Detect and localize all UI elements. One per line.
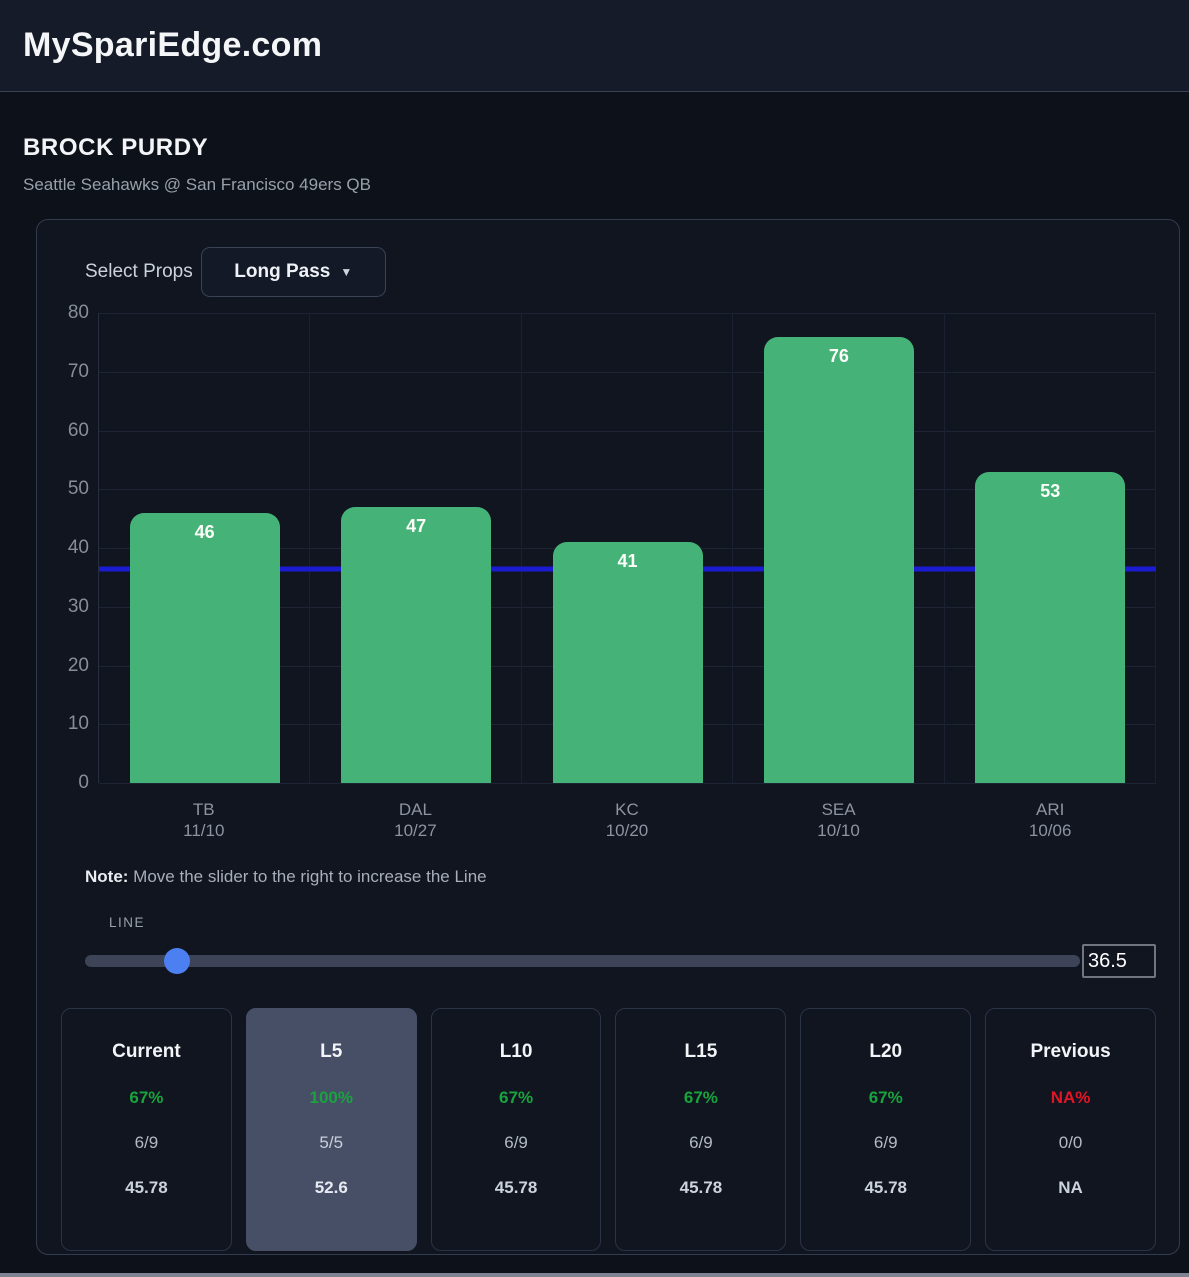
v-gridline bbox=[520, 313, 522, 783]
player-matchup: Seattle Seahawks @ San Francisco 49ers Q… bbox=[23, 175, 371, 194]
bar-sea[interactable]: 76 bbox=[763, 336, 914, 783]
x-label-kc: KC 10/20 bbox=[605, 800, 649, 840]
card-hit-ratio: 6/9 bbox=[134, 1133, 159, 1152]
stat-card-l10[interactable]: L10 67% 6/9 45.78 bbox=[430, 1008, 602, 1251]
bottom-strip bbox=[0, 1273, 1189, 1277]
site-title: MySpariEdge.com bbox=[23, 26, 323, 64]
v-gridline bbox=[943, 313, 945, 783]
slider-row bbox=[85, 944, 1156, 978]
line-slider-track[interactable] bbox=[85, 948, 1080, 974]
select-props-label: Select Props bbox=[85, 261, 193, 282]
card-title: Previous bbox=[1030, 1041, 1111, 1062]
player-block: BROCK PURDY Seattle Seahawks @ San Franc… bbox=[23, 134, 1189, 195]
plot-column: 46 47 41 76 53 TB 11/10 DAL 10/27 KC 10/20 SEA 10/1… bbox=[98, 313, 1156, 841]
stat-card-previous[interactable]: Previous NA% 0/0 NA bbox=[985, 1008, 1156, 1251]
card-average-value: 52.6 bbox=[314, 1178, 348, 1197]
stat-cards-row: Current 67% 6/9 45.78 L5 100% 5/5 52.6 L10 67% 6/9… bbox=[61, 1008, 1156, 1251]
v-gridline bbox=[732, 313, 734, 783]
card-hit-ratio: 6/9 bbox=[504, 1133, 528, 1152]
x-label-sea: SEA 10/10 bbox=[817, 800, 860, 840]
note-prefix: Note: bbox=[85, 867, 129, 886]
card-hit-percent: NA% bbox=[1050, 1088, 1091, 1107]
card-average-value: 45.78 bbox=[864, 1178, 908, 1197]
card-hit-percent: 67% bbox=[868, 1088, 903, 1107]
card-title: L10 bbox=[499, 1041, 533, 1062]
bar-chart: 0 10 20 30 40 50 60 70 80 46 47 41 76 53 TB 11/10 DAL 1… bbox=[61, 302, 1156, 841]
card-hit-ratio: 0/0 bbox=[1058, 1133, 1083, 1152]
card-title: L20 bbox=[869, 1041, 903, 1062]
props-panel: Select Props Long Pass ▼ 0 10 20 30 40 50 60 70… bbox=[36, 219, 1180, 1255]
card-title: L5 bbox=[320, 1041, 343, 1062]
props-dropdown[interactable]: Long Pass ▼ bbox=[200, 247, 386, 297]
y-tick-label: 30 bbox=[67, 595, 89, 617]
v-gridline bbox=[1155, 313, 1156, 783]
site-header: MySpariEdge.com bbox=[0, 0, 1189, 92]
bar-value-label: 41 bbox=[617, 551, 638, 572]
x-label-ari: ARI 10/06 bbox=[1028, 800, 1072, 840]
note-text: Move the slider to the right to increase… bbox=[128, 867, 487, 886]
bar-kc[interactable]: 41 bbox=[552, 542, 703, 783]
y-tick-label: 0 bbox=[78, 772, 89, 793]
props-dropdown-value: Long Pass bbox=[234, 261, 331, 282]
x-label-dal: DAL 10/27 bbox=[394, 800, 437, 840]
y-tick-label: 70 bbox=[67, 360, 89, 382]
bar-ari[interactable]: 53 bbox=[975, 471, 1126, 783]
x-axis-labels: TB 11/10 DAL 10/27 KC 10/20 SEA 10/10 ARI 10/06 bbox=[98, 799, 1156, 841]
h-gridline bbox=[99, 430, 1156, 432]
card-hit-ratio: 6/9 bbox=[689, 1133, 713, 1152]
h-gridline bbox=[99, 783, 1156, 784]
bar-value-label: 47 bbox=[406, 515, 427, 536]
bar-dal[interactable]: 47 bbox=[341, 506, 492, 783]
plot-area: 46 47 41 76 53 bbox=[98, 313, 1156, 784]
bar-value-label: 53 bbox=[1040, 480, 1061, 501]
card-hit-percent: 67% bbox=[129, 1088, 164, 1107]
stat-card-current[interactable]: Current 67% 6/9 45.78 bbox=[61, 1008, 232, 1251]
stat-card-l15[interactable]: L15 67% 6/9 45.78 bbox=[615, 1008, 787, 1251]
bar-tb[interactable]: 46 bbox=[129, 512, 280, 783]
stat-card-l5[interactable]: L5 100% 5/5 52.6 bbox=[245, 1008, 417, 1251]
y-tick-label: 60 bbox=[67, 419, 89, 441]
y-tick-label: 40 bbox=[67, 537, 89, 558]
slider-note: Note: Move the slider to the right to in… bbox=[85, 867, 1156, 887]
stat-card-l20[interactable]: L20 67% 6/9 45.78 bbox=[800, 1008, 972, 1251]
bar-value-label: 46 bbox=[194, 521, 215, 542]
y-tick-label: 20 bbox=[67, 654, 89, 676]
line-slider-block: LINE bbox=[85, 915, 1156, 978]
card-average-value: 45.78 bbox=[125, 1178, 168, 1197]
y-axis: 0 10 20 30 40 50 60 70 80 bbox=[61, 302, 98, 793]
v-gridline bbox=[309, 313, 311, 783]
x-label-tb: TB 11/10 bbox=[183, 800, 225, 840]
line-value-input[interactable] bbox=[1082, 944, 1156, 978]
card-title: Current bbox=[112, 1041, 181, 1062]
card-hit-ratio: 5/5 bbox=[319, 1133, 344, 1152]
card-hit-percent: 100% bbox=[309, 1088, 353, 1107]
bar-value-label: 76 bbox=[828, 345, 849, 366]
card-average-value: 45.78 bbox=[494, 1178, 538, 1197]
card-hit-percent: 67% bbox=[499, 1088, 534, 1107]
card-title: L15 bbox=[684, 1041, 718, 1062]
card-hit-ratio: 6/9 bbox=[873, 1133, 898, 1152]
card-average-value: 45.78 bbox=[679, 1178, 723, 1197]
card-average-value: NA bbox=[1058, 1178, 1083, 1197]
chevron-down-icon: ▼ bbox=[340, 265, 353, 279]
y-tick-label: 50 bbox=[67, 478, 89, 500]
h-gridline bbox=[99, 313, 1156, 314]
y-tick-label: 10 bbox=[67, 713, 89, 735]
card-hit-percent: 67% bbox=[683, 1088, 718, 1107]
props-row: Select Props Long Pass ▼ bbox=[85, 247, 1156, 297]
line-label: LINE bbox=[109, 915, 146, 930]
h-gridline bbox=[99, 371, 1156, 373]
y-tick-label: 80 bbox=[67, 302, 89, 323]
player-name: BROCK PURDY bbox=[23, 134, 209, 161]
line-slider-thumb[interactable] bbox=[163, 948, 190, 974]
